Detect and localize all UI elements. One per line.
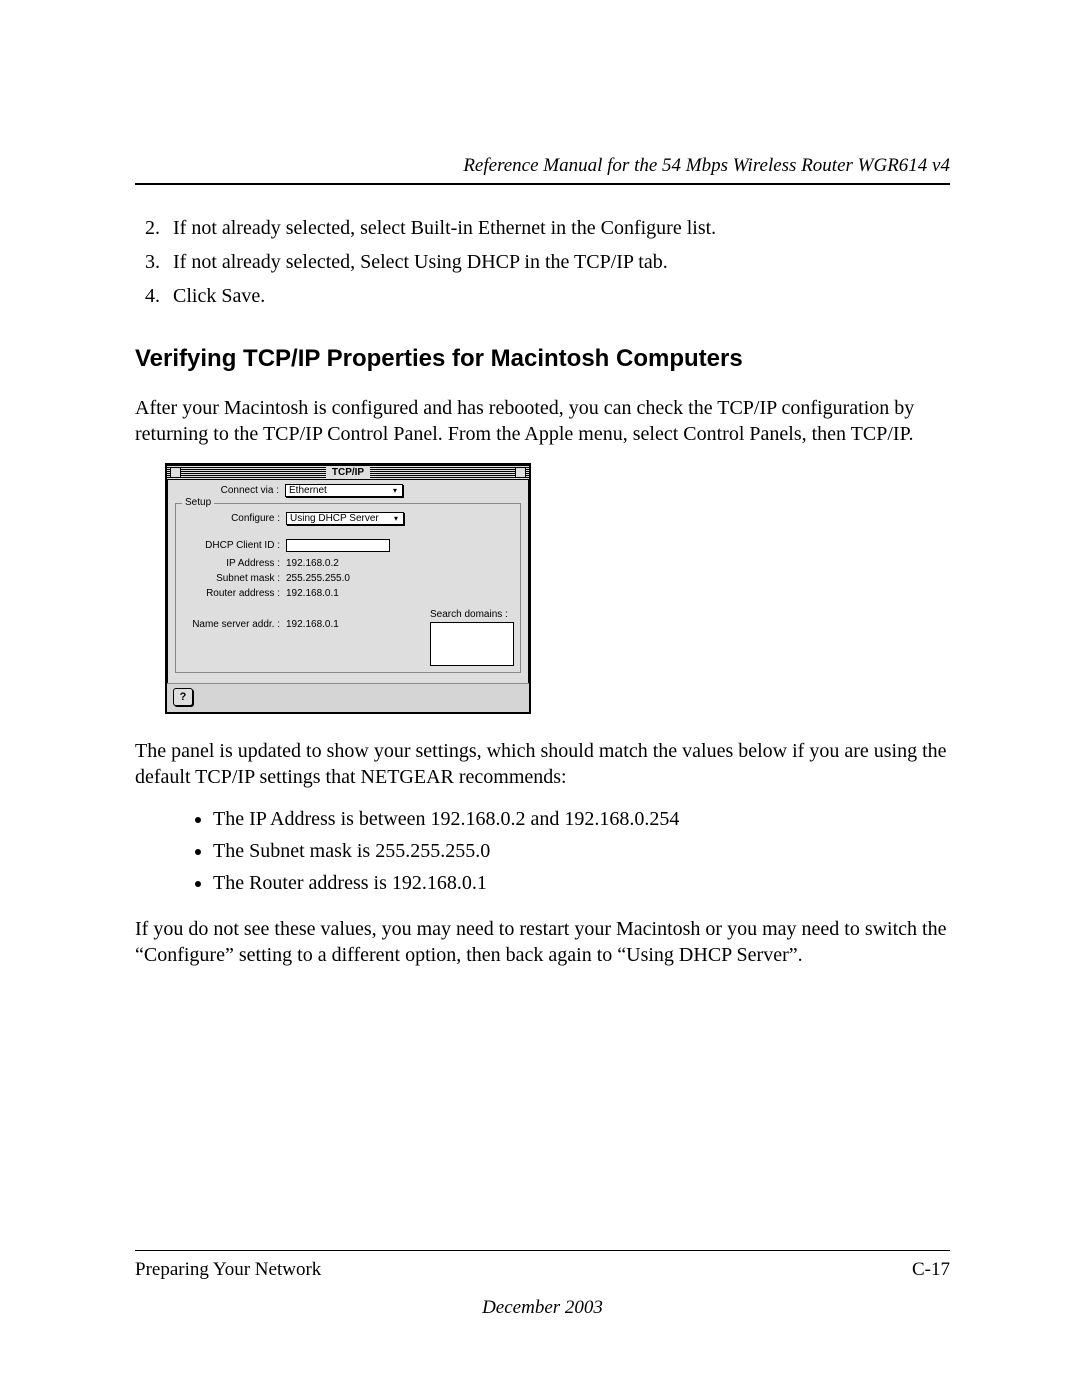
footer-page-number: C-17: [912, 1259, 950, 1281]
configure-value: Using DHCP Server: [290, 513, 379, 524]
bullet-item: The IP Address is between 192.168.0.2 an…: [213, 806, 950, 832]
tcpip-panel-figure: TCP/IP Connect via : Ethernet ▾ Setup C: [165, 463, 950, 714]
running-header: Reference Manual for the 54 Mbps Wireles…: [135, 155, 950, 185]
subnet-mask-label: Subnet mask :: [182, 573, 286, 584]
intro-paragraph: After your Macintosh is configured and h…: [135, 395, 950, 447]
window-title-text: TCP/IP: [326, 467, 370, 478]
configure-label: Configure :: [182, 513, 286, 524]
window-title: TCP/IP: [167, 467, 529, 478]
values-bullets: The IP Address is between 192.168.0.2 an…: [135, 806, 950, 896]
footer-section: Preparing Your Network: [135, 1259, 321, 1281]
router-address-label: Router address :: [182, 588, 286, 599]
footer-rule: [135, 1250, 950, 1251]
tcpip-window: TCP/IP Connect via : Ethernet ▾ Setup C: [165, 463, 531, 714]
nameserver-label: Name server addr. :: [182, 619, 286, 630]
window-titlebar: TCP/IP: [167, 465, 529, 480]
help-icon: ?: [180, 691, 187, 703]
setup-legend: Setup: [182, 497, 214, 508]
configure-select[interactable]: Using DHCP Server ▾: [286, 512, 404, 525]
setup-fieldset: Setup Configure : Using DHCP Server ▾ DH…: [175, 503, 521, 673]
subnet-mask-value: 255.255.255.0: [286, 573, 350, 584]
search-domains-input[interactable]: [430, 622, 514, 666]
window-footer: ?: [167, 683, 529, 712]
connect-via-select[interactable]: Ethernet ▾: [285, 484, 403, 497]
window-close-box[interactable]: [170, 467, 181, 478]
step-item: Click Save.: [165, 283, 950, 309]
window-body: Connect via : Ethernet ▾ Setup Configure…: [167, 480, 529, 683]
footer-date: December 2003: [135, 1297, 950, 1319]
dropdown-arrows-icon: ▾: [392, 515, 400, 523]
step-item: If not already selected, select Built-in…: [165, 215, 950, 241]
page: Reference Manual for the 54 Mbps Wireles…: [0, 0, 1080, 1397]
help-button[interactable]: ?: [173, 688, 193, 706]
dhcp-client-id-label: DHCP Client ID :: [182, 540, 286, 551]
window-zoom-box[interactable]: [515, 467, 526, 478]
router-address-value: 192.168.0.1: [286, 588, 339, 599]
bullet-item: The Subnet mask is 255.255.255.0: [213, 838, 950, 864]
bullet-item: The Router address is 192.168.0.1: [213, 870, 950, 896]
connect-via-label: Connect via :: [175, 485, 285, 496]
connect-via-value: Ethernet: [289, 485, 327, 496]
page-footer: Preparing Your Network C-17 December 200…: [135, 1250, 950, 1319]
dhcp-client-id-input[interactable]: [286, 539, 390, 552]
step-item: If not already selected, Select Using DH…: [165, 249, 950, 275]
nameserver-value: 192.168.0.1: [286, 619, 339, 630]
search-domains-label: Search domains :: [430, 609, 514, 620]
after-panel-paragraph: The panel is updated to show your settin…: [135, 738, 950, 790]
section-heading: Verifying TCP/IP Properties for Macintos…: [135, 345, 950, 373]
ip-address-label: IP Address :: [182, 558, 286, 569]
closing-paragraph: If you do not see these values, you may …: [135, 916, 950, 968]
ip-address-value: 192.168.0.2: [286, 558, 339, 569]
dropdown-arrows-icon: ▾: [391, 487, 399, 495]
numbered-steps: If not already selected, select Built-in…: [135, 215, 950, 309]
